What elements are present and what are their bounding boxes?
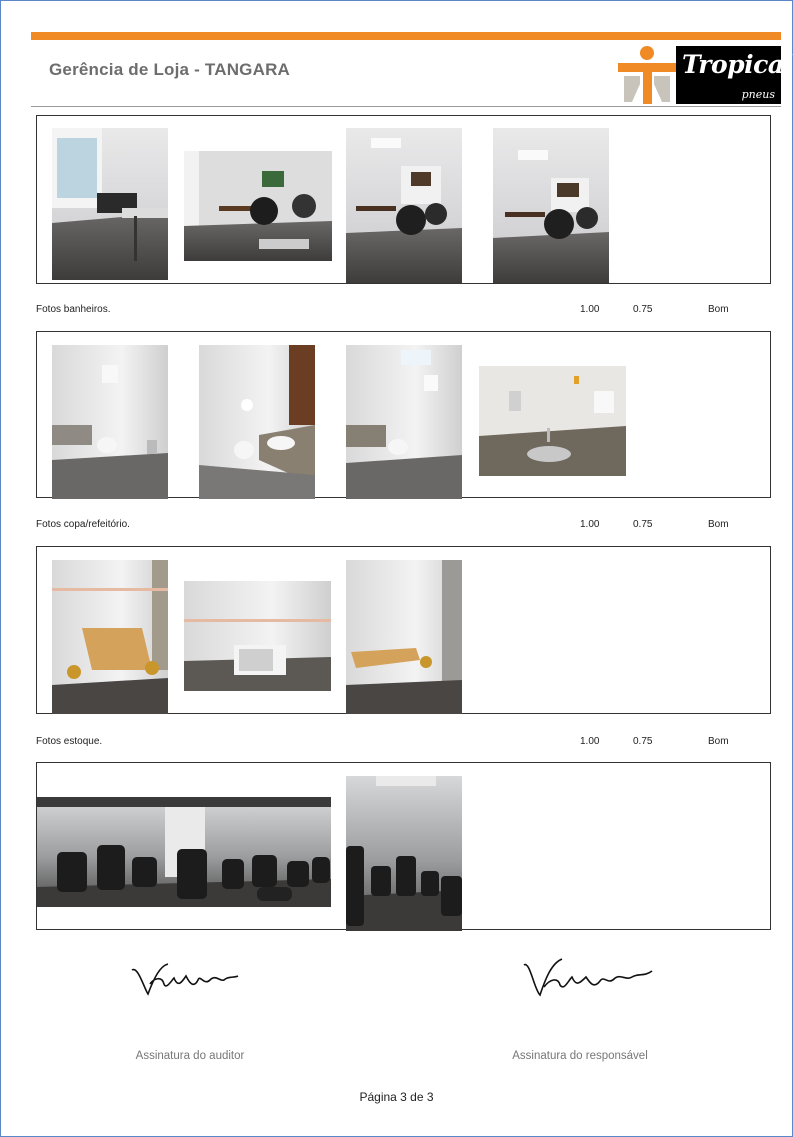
section-status: Bom (708, 519, 729, 530)
photo-banheiro-4 (479, 366, 626, 476)
section-status: Bom (708, 736, 729, 747)
page-number: Página 3 de 3 (359, 1090, 434, 1104)
page-title: Gerência de Loja - TANGARA (49, 60, 291, 79)
photo-box-banheiros (36, 331, 771, 499)
tropical-pneus-logo: Tropical pneus (618, 44, 793, 104)
logo-sub: pneus (741, 88, 775, 101)
section-value-2: 0.75 (633, 519, 653, 530)
logo-mark-icon (618, 46, 676, 104)
header-accent-bar (31, 32, 781, 40)
logo-word: Tropical (682, 50, 793, 79)
photo-banheiro-3 (346, 345, 462, 499)
photo-copa-3 (346, 560, 462, 714)
responsavel-signature-image (523, 958, 653, 997)
auditor-signature-caption: Assinatura do auditor (135, 1050, 245, 1062)
photo-copa-1 (52, 560, 168, 714)
section-value-2: 0.75 (633, 736, 653, 747)
auditor-signature-image (131, 963, 239, 996)
section-value-1: 1.00 (580, 736, 600, 747)
photo-banheiro-1 (52, 345, 168, 499)
photo-loja-1 (52, 128, 168, 280)
section-label-banheiros: Fotos banheiros. (36, 304, 111, 315)
photo-loja-3 (346, 128, 462, 283)
section-value-1: 1.00 (580, 519, 600, 530)
section-status: Bom (708, 304, 729, 315)
photo-box-copa (36, 546, 771, 714)
section-label-copa: Fotos copa/refeitório. (36, 519, 130, 530)
section-label-estoque: Fotos estoque. (36, 736, 103, 747)
photo-estoque-1 (37, 797, 331, 907)
photo-loja-4 (493, 128, 609, 283)
responsavel-signature-caption: Assinatura do responsável (512, 1050, 648, 1062)
photo-copa-2 (184, 581, 331, 691)
section-value-2: 0.75 (633, 304, 653, 315)
photo-box-loja (36, 115, 771, 284)
section-value-1: 1.00 (580, 304, 600, 315)
photo-estoque-2 (346, 776, 462, 931)
photo-banheiro-2 (199, 345, 315, 499)
photo-loja-2 (184, 151, 332, 261)
photo-box-estoque (36, 762, 771, 931)
header-divider (31, 106, 781, 107)
